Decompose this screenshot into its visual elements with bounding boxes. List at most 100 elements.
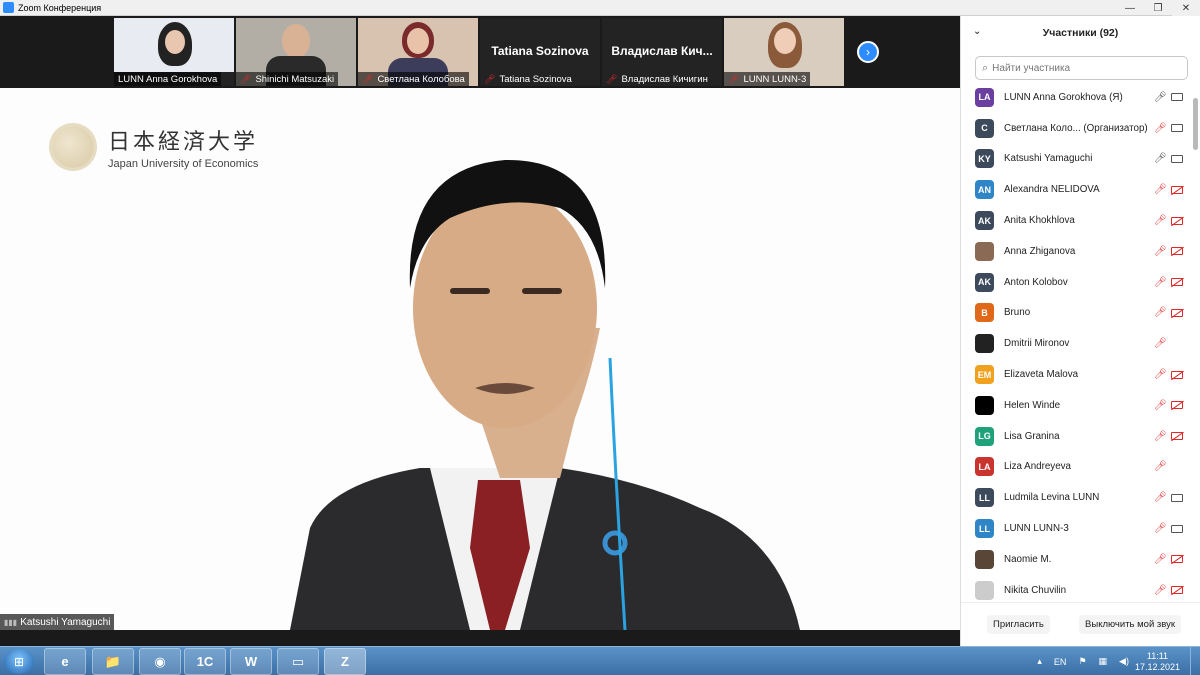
- participant-row[interactable]: LL Ludmila Levina LUNN 🎤︎: [961, 482, 1191, 513]
- active-speaker-video: 日本経済大学 Japan University of Economics ▮▮▮…: [0, 88, 960, 630]
- participant-name: Bruno: [1004, 307, 1031, 319]
- camera-off-icon: [1171, 555, 1183, 564]
- invite-button[interactable]: Пригласить: [987, 615, 1050, 634]
- thumbnail-video[interactable]: Tatiana Sozinova 🎤︎ Tatiana Sozinova: [480, 18, 600, 86]
- tray-expand-icon[interactable]: ▴: [1037, 656, 1042, 667]
- participant-row[interactable]: Dmitrii Mironov 🎤︎: [961, 328, 1191, 359]
- panel-header: ⌄ Участники (92): [961, 16, 1200, 50]
- participant-row[interactable]: B Bruno 🎤︎: [961, 298, 1191, 329]
- windows-logo-icon: ⊞: [13, 654, 25, 669]
- maximize-button[interactable]: ❐: [1144, 0, 1172, 16]
- camera-icon: [1171, 493, 1183, 502]
- minimize-button[interactable]: —: [1116, 0, 1144, 16]
- chrome-icon: ◉: [154, 653, 166, 669]
- participant-row[interactable]: AK Anita Khokhlova 🎤︎: [961, 205, 1191, 236]
- chevron-down-icon[interactable]: ⌄: [973, 26, 981, 37]
- taskbar-explorer-button[interactable]: 📁: [92, 648, 134, 675]
- taskbar-chrome-button[interactable]: ◉: [139, 648, 181, 675]
- mute-me-button[interactable]: Выключить мой звук: [1079, 615, 1181, 634]
- microphone-muted-icon: 🎤︎: [1154, 523, 1167, 535]
- microphone-muted-icon: 🎤︎: [1154, 553, 1167, 565]
- language-indicator[interactable]: EN: [1054, 657, 1067, 667]
- taskbar-word-button[interactable]: W: [230, 648, 272, 675]
- participant-list: LA LUNN Anna Gorokhova (Я) 🎤︎ С Светлана Кол…: [961, 82, 1191, 606]
- camera-off-icon: [1171, 401, 1183, 410]
- thumbnail-video[interactable]: 🎤︎ Светлана Колобова: [358, 18, 478, 86]
- participant-row[interactable]: EM Elizaveta Malova 🎤︎: [961, 359, 1191, 390]
- participant-name: Anton Kolobov: [1004, 276, 1068, 288]
- participant-row[interactable]: С Светлана Коло... (Организатор) 🎤︎: [961, 113, 1191, 144]
- participant-row[interactable]: Helen Winde 🎤︎: [961, 390, 1191, 421]
- thumbnail-name: 🎤︎ LUNN LUNN-3: [724, 72, 811, 86]
- participant-row[interactable]: AN Alexandra NELIDOVA 🎤︎: [961, 174, 1191, 205]
- participant-name: LUNN LUNN-3: [1004, 523, 1069, 535]
- microphone-muted-icon: 🎤︎: [1154, 399, 1167, 411]
- folder-icon: 📁: [104, 653, 122, 669]
- microphone-muted-icon: 🎤︎: [1154, 276, 1167, 288]
- camera-icon: [1171, 524, 1183, 533]
- participant-row[interactable]: Naomie M. 🎤︎: [961, 544, 1191, 575]
- thumbnail-video[interactable]: LUNN Anna Gorokhova: [114, 18, 234, 86]
- system-tray: ▴ EN ⚑ ▦ ◀) 11:11 17.12.2021: [1031, 647, 1200, 675]
- participant-row[interactable]: LA Liza Andreyeva 🎤︎: [961, 452, 1191, 483]
- mic-muted-icon: 🎤︎: [728, 73, 740, 84]
- participant-row[interactable]: LL LUNN LUNN-3 🎤︎: [961, 513, 1191, 544]
- thumbnail-video[interactable]: Владислав Кич... 🎤︎ Владислав Кичигин: [602, 18, 722, 86]
- thumbnail-large-name: Владислав Кич...: [611, 44, 713, 58]
- camera-off-icon: [1171, 308, 1183, 317]
- search-input[interactable]: [992, 62, 1173, 74]
- thumbnail-video[interactable]: 🎤︎ Shinichi Matsuzaki: [236, 18, 356, 86]
- microphone-muted-icon: 🎤︎: [1154, 184, 1167, 196]
- microphone-muted-icon: 🎤︎: [1154, 492, 1167, 504]
- camera-off-icon: [1171, 370, 1183, 379]
- participant-name: Ludmila Levina LUNN: [1004, 492, 1100, 504]
- participant-row[interactable]: LG Lisa Granina 🎤︎: [961, 421, 1191, 452]
- camera-off-icon: [1171, 586, 1183, 595]
- thumbnail-name: 🎤︎ Tatiana Sozinova: [484, 73, 572, 85]
- word-icon: W: [244, 654, 258, 669]
- start-button[interactable]: ⊞: [4, 649, 34, 674]
- avatar: B: [975, 303, 994, 323]
- clock[interactable]: 11:11 17.12.2021: [1135, 651, 1180, 673]
- show-desktop-button[interactable]: [1190, 647, 1200, 675]
- participant-row[interactable]: KY Katsushi Yamaguchi 🎤︎: [961, 144, 1191, 175]
- thumbnail-video[interactable]: 🎤︎ LUNN LUNN-3: [724, 18, 844, 86]
- mic-muted-icon: 🎤︎: [240, 73, 252, 84]
- taskbar-window-button[interactable]: ▭: [277, 648, 319, 675]
- scrollbar[interactable]: [1193, 84, 1198, 584]
- camera-icon: [1171, 124, 1183, 133]
- taskbar-ie-button[interactable]: e: [44, 648, 86, 675]
- speaker-figure: [290, 159, 800, 630]
- microphone-muted-icon: 🎤︎: [1154, 430, 1167, 442]
- thumbnail-strip: LUNN Anna Gorokhova 🎤︎ Shinichi Matsuzaki…: [0, 16, 960, 88]
- flag-icon[interactable]: ⚑: [1078, 656, 1086, 667]
- volume-icon[interactable]: ◀): [1119, 656, 1129, 667]
- close-button[interactable]: ✕: [1172, 0, 1200, 16]
- mic-muted-icon: 🎤︎: [362, 73, 374, 84]
- network-icon[interactable]: ▦: [1099, 656, 1108, 667]
- taskbar-1c-button[interactable]: 1C: [184, 648, 226, 675]
- avatar: [975, 241, 994, 261]
- participant-row[interactable]: LA LUNN Anna Gorokhova (Я) 🎤︎: [961, 82, 1191, 113]
- participant-search[interactable]: ⌕: [975, 56, 1188, 80]
- participant-row[interactable]: AK Anton Kolobov 🎤︎: [961, 267, 1191, 298]
- participant-name: Elizaveta Malova: [1004, 369, 1079, 381]
- avatar: LG: [975, 426, 994, 446]
- avatar: LA: [975, 457, 994, 477]
- microphone-icon: 🎤︎: [1154, 153, 1167, 165]
- thumbnail-large-name: Tatiana Sozinova: [491, 44, 589, 58]
- camera-icon: [1171, 154, 1183, 163]
- avatar: EM: [975, 365, 994, 385]
- taskbar-zoom-button[interactable]: Z: [324, 648, 366, 675]
- participant-row[interactable]: Nikita Chuvilin 🎤︎: [961, 575, 1191, 606]
- camera-off-icon: [1171, 247, 1183, 256]
- participant-row[interactable]: Anna Zhiganova 🎤︎: [961, 236, 1191, 267]
- clock-time: 11:11: [1146, 650, 1169, 661]
- internet-explorer-icon: e: [61, 654, 69, 669]
- participant-name: Dmitrii Mironov: [1004, 338, 1070, 350]
- participant-name: Katsushi Yamaguchi: [1004, 153, 1093, 165]
- microphone-muted-icon: 🎤︎: [1154, 215, 1167, 227]
- avatar: AK: [975, 272, 994, 292]
- next-page-button[interactable]: ›: [857, 41, 879, 63]
- zoom-app-icon: [3, 2, 14, 13]
